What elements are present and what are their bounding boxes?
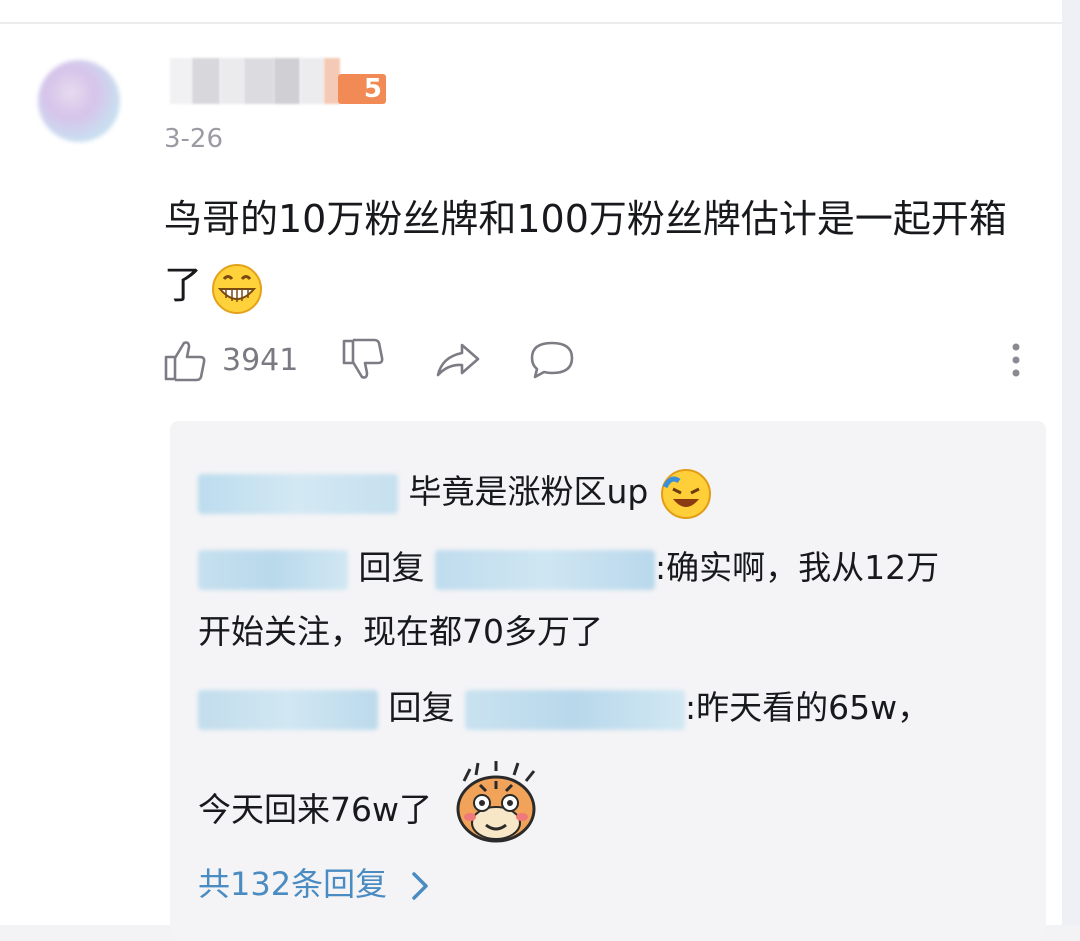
- reply-item[interactable]: 回复 :昨天看的65w，: [198, 681, 930, 730]
- comment-text: 鸟哥的10万粉丝牌和100万粉丝牌估计是一起开箱了: [164, 197, 1007, 307]
- chevron-right-icon: [412, 872, 429, 900]
- reply-item[interactable]: 回复 :确实啊，我从12万: [198, 541, 939, 590]
- like-button[interactable]: 3941: [162, 332, 298, 388]
- comment-actions: 3941: [162, 332, 1042, 388]
- view-all-replies-text: 共132条回复: [198, 865, 388, 903]
- divider: [0, 22, 1062, 24]
- thumbs-down-icon: [342, 338, 384, 379]
- avatar[interactable]: [38, 60, 120, 142]
- share-icon: [436, 343, 480, 377]
- comment-card: 5 3-26 鸟哥的10万粉丝牌和100万粉丝牌估计是一起开箱了 3941 毕竟…: [0, 0, 1062, 941]
- tiger-sticker-icon: [456, 761, 536, 843]
- chat-bubble-icon: [530, 341, 574, 379]
- laughing-tears-icon: [660, 468, 711, 519]
- level-badge: 5: [338, 74, 386, 104]
- vertical-dots-icon: [1012, 343, 1020, 377]
- reply-item[interactable]: 毕竟是涨粉区up: [198, 465, 713, 521]
- reply-text: :昨天看的65w，: [685, 688, 931, 727]
- reply-text: :确实啊，我从12万: [655, 548, 940, 587]
- comment-date: 3-26: [164, 124, 224, 154]
- level-badge-text: 5: [363, 74, 382, 104]
- reply-author[interactable]: [198, 689, 378, 730]
- grinning-face-icon: [212, 263, 263, 314]
- username[interactable]: [170, 58, 340, 104]
- reply-word: 回复: [358, 548, 425, 587]
- thumbs-up-icon: [164, 341, 206, 382]
- replies-panel: 毕竟是涨粉区up 回复 :确实啊，我从12万 开始关注，现在都70多万了 回复 …: [170, 421, 1046, 941]
- comment-body: 鸟哥的10万粉丝牌和100万粉丝牌估计是一起开箱了: [164, 186, 1044, 318]
- dislike-button[interactable]: [340, 332, 386, 388]
- reply-author[interactable]: [198, 549, 348, 590]
- reply-word: 回复: [388, 688, 455, 727]
- reply-text-continued: 开始关注，现在都70多万了: [198, 612, 603, 651]
- share-button[interactable]: [434, 332, 482, 388]
- reply-author[interactable]: [198, 473, 398, 514]
- reply-mention[interactable]: [465, 689, 685, 730]
- reply-text-line: 今天回来76w了: [198, 761, 542, 861]
- reply-mention[interactable]: [435, 549, 655, 590]
- view-all-replies-link[interactable]: 共132条回复: [198, 859, 429, 905]
- reply-text: 毕竟是涨粉区up: [408, 472, 649, 511]
- scroll-gutter: [1062, 0, 1080, 925]
- reply-button[interactable]: [528, 332, 576, 388]
- like-count: 3941: [222, 342, 299, 378]
- more-options-button[interactable]: [1008, 332, 1024, 388]
- reply-text-continued: 今天回来76w了: [198, 790, 432, 829]
